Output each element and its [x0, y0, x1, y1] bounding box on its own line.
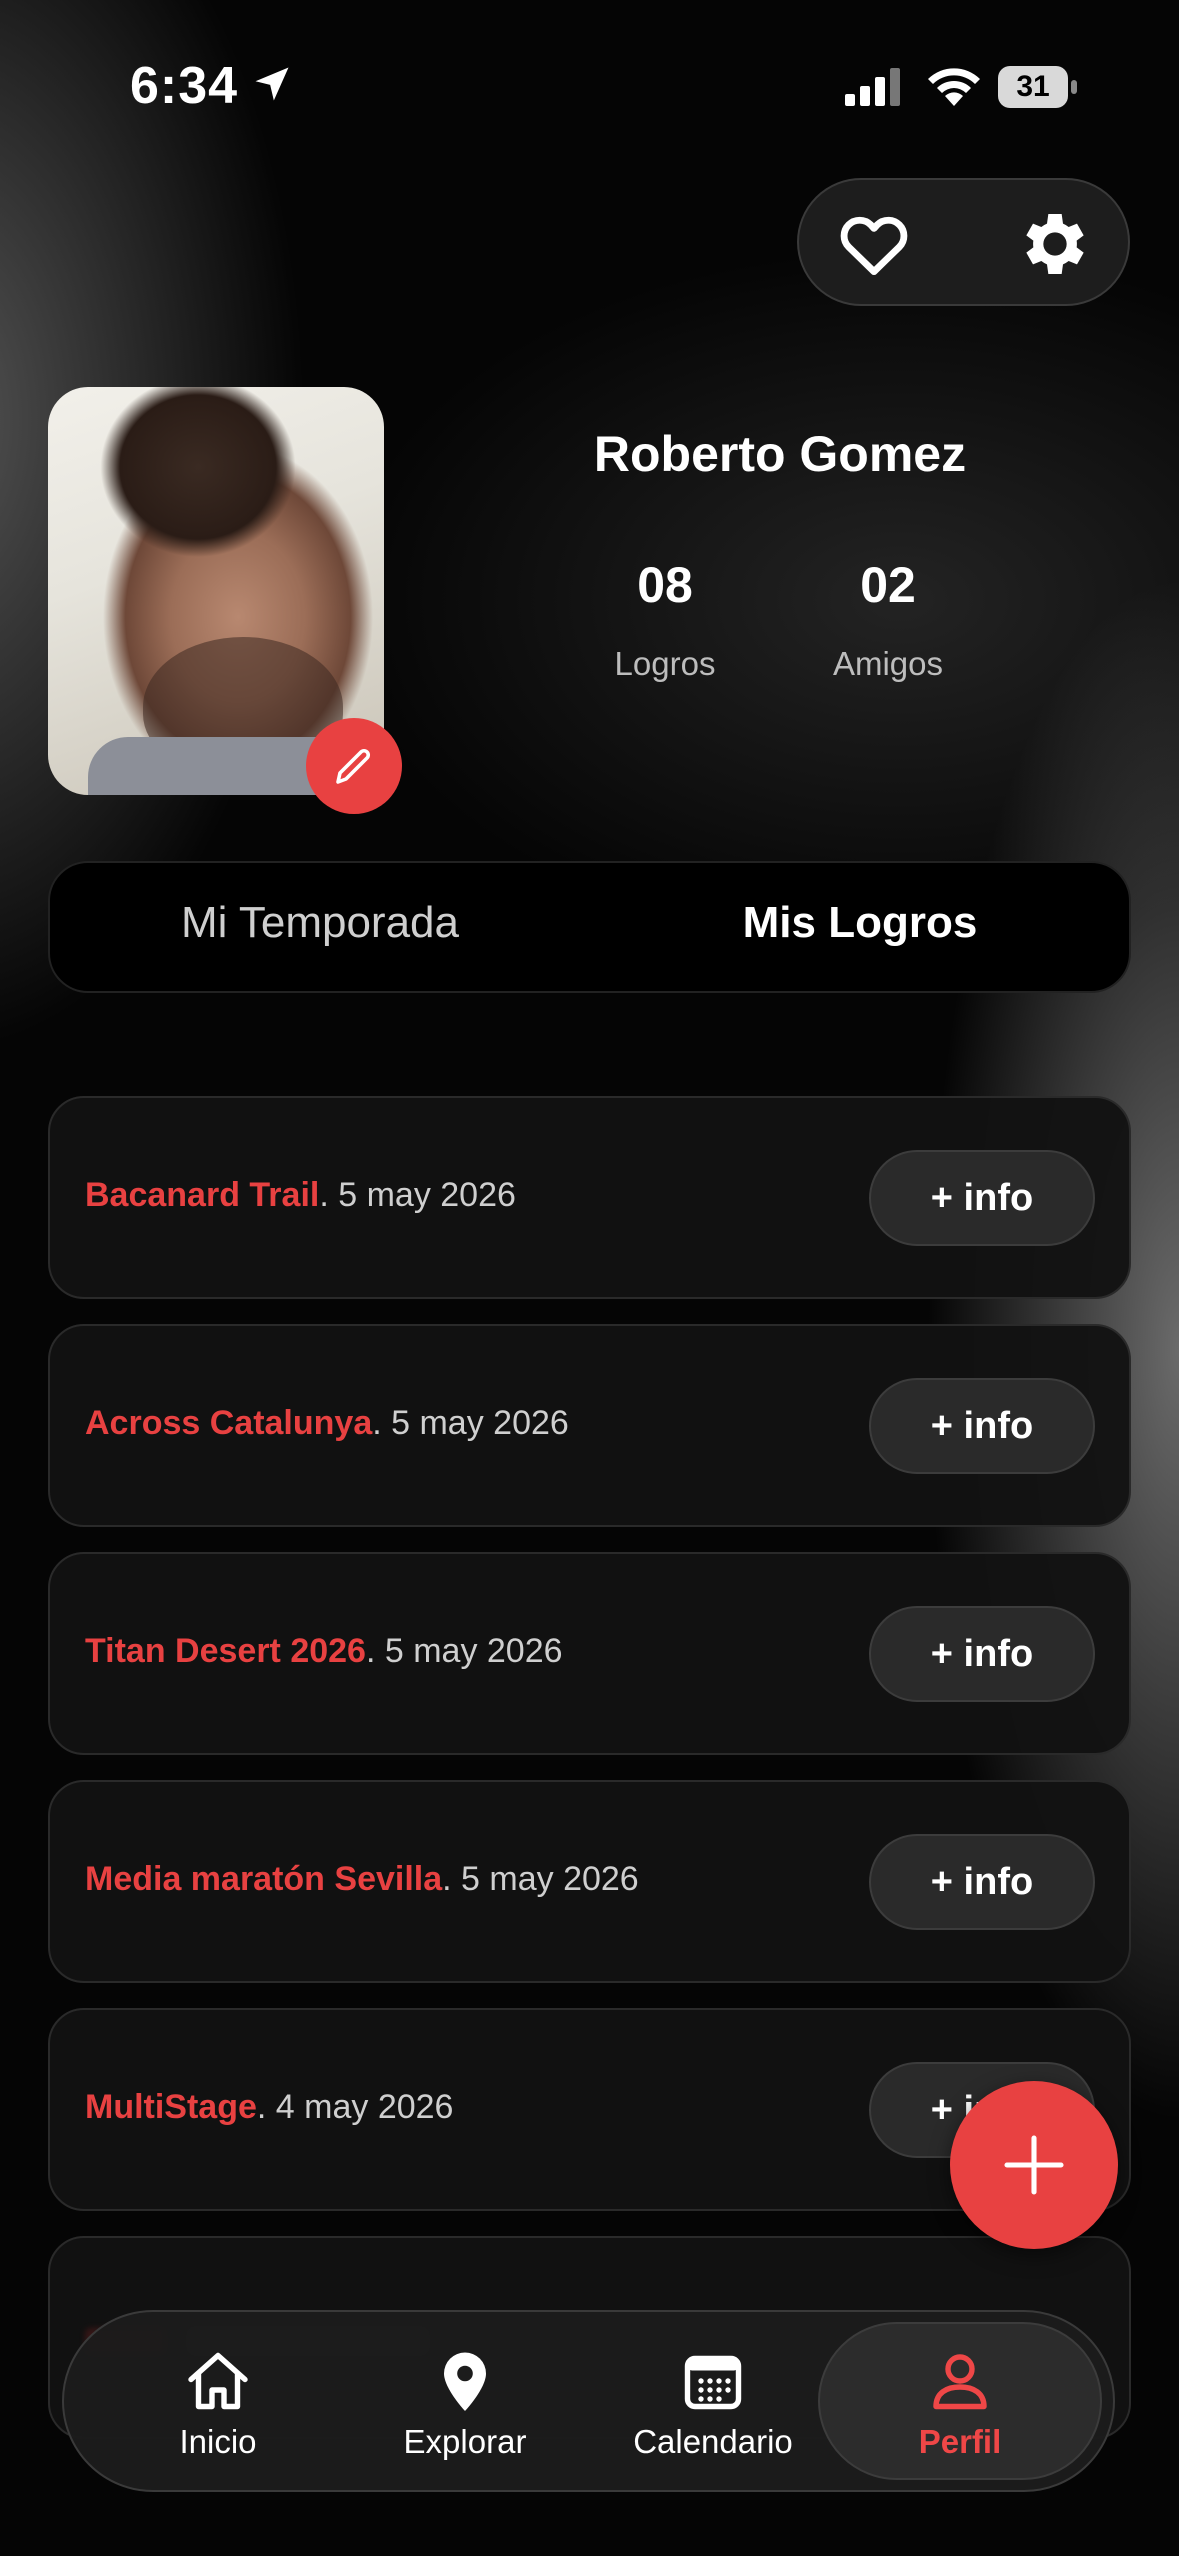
more-info-button[interactable]: + info	[869, 1606, 1095, 1702]
nav-item-calendario[interactable]: Calendario	[603, 2345, 823, 2461]
friends-label[interactable]: Amigos	[788, 645, 988, 683]
edit-avatar-button[interactable]	[306, 718, 402, 814]
settings-gear-icon[interactable]	[1012, 204, 1092, 284]
nav-item-inicio[interactable]: Inicio	[108, 2345, 328, 2461]
pencil-icon	[336, 748, 371, 784]
nav-label-perfil: Perfil	[918, 2423, 1002, 2460]
friends-count[interactable]: 02	[788, 556, 988, 614]
achievement-date: . 5 may 2026	[365, 1632, 563, 1670]
add-achievement-button[interactable]	[950, 2081, 1118, 2249]
achievement-name: Across Catalunya	[85, 1404, 373, 1442]
achievement-text: Across Catalunya. 5 may 2026	[85, 1404, 569, 1443]
achievement-name: Bacanard Trail	[85, 1176, 320, 1214]
map-pin-icon	[444, 2352, 486, 2411]
achievement-card: Bacanard Trail. 5 may 2026 + info	[48, 1096, 1131, 1299]
nav-item-perfil[interactable]: Perfil	[850, 2345, 1070, 2461]
achievement-text: Bacanard Trail. 5 may 2026	[85, 1176, 516, 1215]
achievement-name: Media maratón Sevilla	[85, 1860, 443, 1898]
achievement-date: . 4 may 2026	[256, 2088, 454, 2126]
more-info-button[interactable]: + info	[869, 1150, 1095, 1246]
calendar-icon	[684, 2355, 742, 2410]
achievements-label: Logros	[614, 645, 716, 682]
achievement-card: Across Catalunya. 5 may 2026 + info	[48, 1324, 1131, 1527]
nav-label-calendario: Calendario	[633, 2423, 793, 2460]
achievement-card: Titan Desert 2026. 5 may 2026 + info	[48, 1552, 1131, 1755]
achievement-text: Titan Desert 2026. 5 may 2026	[85, 1632, 563, 1671]
user-icon	[933, 2354, 987, 2410]
favorites-heart-icon[interactable]	[835, 205, 913, 283]
achievement-name: MultiStage	[85, 2088, 257, 2126]
achievement-text: Media maratón Sevilla. 5 may 2026	[85, 1860, 639, 1899]
tab-mi-temporada[interactable]: Mi Temporada	[100, 898, 540, 948]
achievement-date: . 5 may 2026	[319, 1176, 516, 1214]
achievement-text: MultiStage. 4 may 2026	[85, 2088, 453, 2127]
location-arrow-icon	[255, 67, 289, 101]
achievement-date: . 5 may 2026	[372, 1404, 569, 1442]
more-info-button[interactable]: + info	[869, 1378, 1095, 1474]
plus-icon	[1004, 2135, 1064, 2195]
achievement-card: Media maratón Sevilla. 5 may 2026 + info	[48, 1780, 1131, 1983]
nav-label-explorar: Explorar	[403, 2423, 527, 2460]
nav-item-explorar[interactable]: Explorar	[355, 2345, 575, 2461]
cellular-signal-icon	[845, 68, 900, 106]
achievements-count: 08	[637, 557, 693, 613]
status-time: 6:34	[130, 57, 239, 115]
battery-indicator: 31	[998, 66, 1078, 108]
user-name: Roberto Gomez	[593, 426, 967, 482]
achievement-name: Titan Desert 2026	[85, 1632, 366, 1670]
wifi-icon	[928, 68, 980, 106]
more-info-button[interactable]: + info	[869, 1834, 1095, 1930]
tab-mis-logros[interactable]: Mis Logros	[640, 898, 1080, 948]
home-icon	[188, 2352, 248, 2410]
nav-label-inicio: Inicio	[179, 2423, 257, 2460]
battery-level: 31	[998, 66, 1068, 108]
achievement-date: . 5 may 2026	[442, 1860, 639, 1898]
